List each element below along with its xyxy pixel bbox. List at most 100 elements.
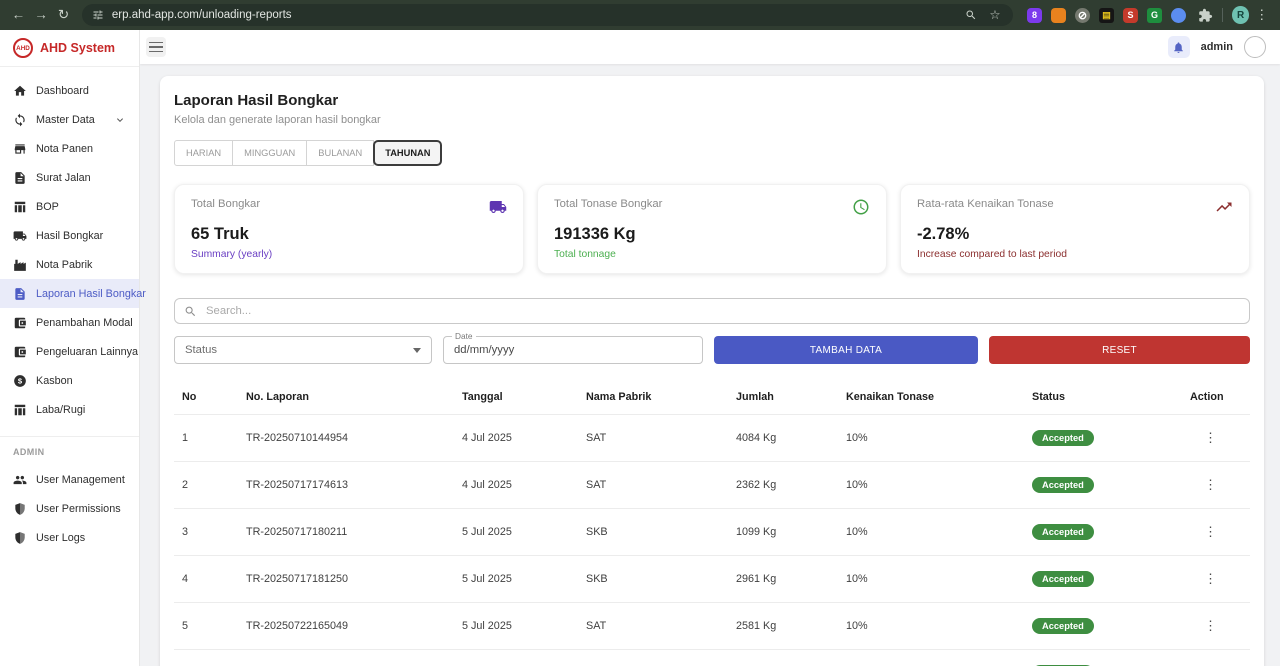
brand-name: AHD System <box>40 41 115 55</box>
forward-icon[interactable] <box>31 0 52 30</box>
cell-tanggal: 4 Jul 2025 <box>454 415 578 462</box>
date-field-value: dd/mm/yyyy <box>454 344 514 356</box>
sidebar-item-dashboard[interactable]: Dashboard <box>0 76 139 105</box>
sidebar-item-label: User Permissions <box>36 503 121 515</box>
blocked-circle-extension-icon[interactable]: ⊘ <box>1075 8 1090 23</box>
search-input[interactable] <box>204 304 1240 318</box>
reset-button[interactable]: RESET <box>989 336 1250 364</box>
sidebar-item-label: Dashboard <box>36 85 89 97</box>
address-bar[interactable]: erp.ahd-app.com/unloading-reports <box>82 4 1013 26</box>
site-info-icon[interactable] <box>92 9 104 21</box>
sidebar-item-pengeluaran-lainnya[interactable]: Pengeluaran Lainnya <box>0 337 139 366</box>
metamask-fox-extension-icon[interactable] <box>1051 8 1066 23</box>
sidebar-item-laporan-hasil-bongkar[interactable]: Laporan Hasil Bongkar <box>0 279 139 308</box>
page-subtitle: Kelola dan generate laporan hasil bongka… <box>174 114 1250 126</box>
table-row: 6 TR-20250722164814 4 Jul 2025 SKB 1495 … <box>174 650 1250 666</box>
notification-bell-button[interactable] <box>1168 36 1190 58</box>
cell-nama-pabrik: SKB <box>578 556 728 603</box>
back-icon[interactable] <box>8 0 29 30</box>
sidebar-item-label: Laba/Rugi <box>36 404 85 416</box>
stat-card-total-bongkar: Total Bongkar 65 Truk Summary (yearly) <box>174 184 524 274</box>
chrome-divider <box>1222 8 1223 22</box>
row-actions-menu-icon[interactable] <box>1190 571 1217 586</box>
col-status: Status <box>1024 380 1182 415</box>
extensions-row: 8 ⊘ ▤ S G <box>1027 8 1186 23</box>
sidebar-item-label: User Logs <box>36 532 85 544</box>
sidebar-item-master-data[interactable]: Master Data <box>0 105 139 134</box>
row-actions-menu-icon[interactable] <box>1190 430 1217 445</box>
zoom-icon[interactable] <box>965 9 977 21</box>
cell-no-laporan: TR-20250710144954 <box>238 415 454 462</box>
sidebar-item-bop[interactable]: BOP <box>0 192 139 221</box>
stat-value: -2.78% <box>917 225 1233 244</box>
wallet-icon <box>13 316 27 330</box>
cell-no: 4 <box>174 556 238 603</box>
table-row: 1 TR-20250710144954 4 Jul 2025 SAT 4084 … <box>174 415 1250 462</box>
cell-jumlah: 2961 Kg <box>728 556 838 603</box>
status-badge: Accepted <box>1032 430 1094 446</box>
purple-extension-icon[interactable]: 8 <box>1027 8 1042 23</box>
bookmark-star-icon[interactable] <box>987 4 1003 26</box>
cell-tanggal: 5 Jul 2025 <box>454 556 578 603</box>
status-select[interactable]: Status <box>174 336 432 364</box>
col-nama-pabrik: Nama Pabrik <box>578 380 728 415</box>
url-text[interactable]: erp.ahd-app.com/unloading-reports <box>112 9 292 21</box>
sidebar-item-user-logs[interactable]: User Logs <box>0 523 139 552</box>
sidebar-item-laba-rugi[interactable]: Laba/Rugi <box>0 395 139 424</box>
sidebar-item-hasil-bongkar[interactable]: Hasil Bongkar <box>0 221 139 250</box>
sidebar-item-kasbon[interactable]: Kasbon <box>0 366 139 395</box>
cell-kenaikan-tonase: 10% <box>838 462 1024 509</box>
sidebar-item-penambahan-modal[interactable]: Penambahan Modal <box>0 308 139 337</box>
sidebar-item-label: BOP <box>36 201 59 213</box>
trend-up-icon <box>1215 198 1233 216</box>
row-actions-menu-icon[interactable] <box>1190 524 1217 539</box>
tab-tahunan[interactable]: TAHUNAN <box>373 140 442 166</box>
col-action: Action <box>1182 380 1250 415</box>
green-g-extension-icon[interactable]: G <box>1147 8 1162 23</box>
cell-kenaikan-tonase: 10% <box>838 650 1024 666</box>
sidebar-item-user-permissions[interactable]: User Permissions <box>0 494 139 523</box>
yellow-black-extension-icon[interactable]: ▤ <box>1099 8 1114 23</box>
sidebar-item-user-management[interactable]: User Management <box>0 465 139 494</box>
sidebar-item-nota-panen[interactable]: Nota Panen <box>0 134 139 163</box>
table-row: 3 TR-20250717180211 5 Jul 2025 SKB 1099 … <box>174 509 1250 556</box>
blue-globe-extension-icon[interactable] <box>1171 8 1186 23</box>
sidebar-item-surat-jalan[interactable]: Surat Jalan <box>0 163 139 192</box>
status-badge: Accepted <box>1032 477 1094 493</box>
stat-label: Total Tonase Bongkar <box>554 198 662 210</box>
brand: AHD AHD System <box>0 30 139 67</box>
stat-value: 191336 Kg <box>554 225 870 244</box>
cell-nama-pabrik: SAT <box>578 603 728 650</box>
tab-mingguan[interactable]: MINGGUAN <box>232 140 307 166</box>
status-badge: Accepted <box>1032 618 1094 634</box>
row-actions-menu-icon[interactable] <box>1190 618 1217 633</box>
cell-no: 2 <box>174 462 238 509</box>
stat-value: 65 Truk <box>191 225 507 244</box>
red-extension-icon[interactable]: S <box>1123 8 1138 23</box>
tab-harian[interactable]: HARIAN <box>174 140 233 166</box>
browser-menu-icon[interactable] <box>1251 0 1272 30</box>
user-avatar[interactable] <box>1244 36 1266 58</box>
stat-label: Total Bongkar <box>191 198 260 210</box>
extensions-puzzle-icon[interactable] <box>1198 8 1213 23</box>
factory-icon <box>13 258 27 272</box>
sidebar-toggle-button[interactable] <box>146 37 166 57</box>
cell-nama-pabrik: SKB <box>578 509 728 556</box>
users-icon <box>13 473 27 487</box>
date-field[interactable]: Date dd/mm/yyyy <box>443 336 703 364</box>
app-header: admin <box>140 30 1280 64</box>
tambah-data-button[interactable]: TAMBAH DATA <box>714 336 978 364</box>
sidebar-item-label: Laporan Hasil Bongkar <box>36 288 146 300</box>
date-field-label: Date <box>452 331 476 341</box>
sidebar-item-nota-pabrik[interactable]: Nota Pabrik <box>0 250 139 279</box>
table-row: 4 TR-20250717181250 5 Jul 2025 SKB 2961 … <box>174 556 1250 603</box>
username: admin <box>1201 41 1233 53</box>
reload-icon[interactable] <box>53 0 74 30</box>
sidebar-item-label: Master Data <box>36 114 95 126</box>
sidebar-nav: Dashboard Master Data Nota Panen Surat J… <box>0 67 139 552</box>
cell-no-laporan: TR-20250717180211 <box>238 509 454 556</box>
browser-profile-avatar[interactable]: R <box>1232 6 1250 24</box>
row-actions-menu-icon[interactable] <box>1190 477 1217 492</box>
dollar-icon <box>13 374 27 388</box>
tab-bulanan[interactable]: BULANAN <box>306 140 374 166</box>
